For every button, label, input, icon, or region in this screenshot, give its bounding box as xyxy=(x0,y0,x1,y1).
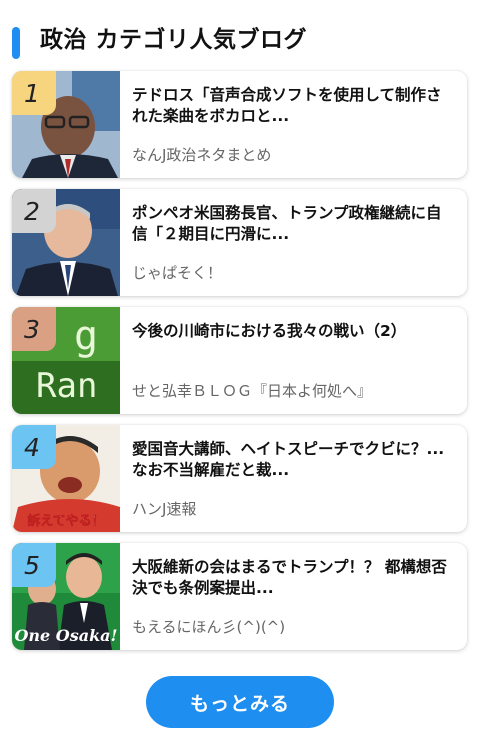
thumbnail-text: Ran xyxy=(36,366,97,406)
rank-badge: 3 xyxy=(12,307,56,351)
ranking-card[interactable]: g Ran 3 今後の川崎市における我々の戦い（2） せと弘幸ＢＬＯＧ『日本よ何… xyxy=(12,307,467,414)
section-title: 政治 カテゴリ人気ブログ xyxy=(40,27,308,53)
rank-badge: 2 xyxy=(12,189,56,233)
rank-badge: 1 xyxy=(12,71,56,115)
rank-badge: 5 xyxy=(12,543,56,587)
thumbnail-text: One Osaka! xyxy=(14,626,117,645)
blog-name[interactable]: なんJ政治ネタまとめ xyxy=(132,144,454,165)
more-button[interactable]: もっとみる xyxy=(146,676,334,728)
blog-name[interactable]: せと弘幸ＢＬＯＧ『日本よ何処へ』 xyxy=(132,380,454,401)
ranking-card[interactable]: 訴えてやる！ 4 愛国音大講師、ヘイトスピーチでクビに？...なお不当解雇だと裁… xyxy=(12,425,467,532)
article-title[interactable]: 愛国音大講師、ヘイトスピーチでクビに？...なお不当解雇だと裁... xyxy=(132,439,454,481)
article-title[interactable]: ポンペオ米国務長官、トランプ政権継続に自信「２期目に円滑に... xyxy=(132,203,454,245)
article-title[interactable]: 今後の川崎市における我々の戦い（2） xyxy=(132,321,454,342)
ranking-card[interactable]: One Osaka! 5 大阪維新の会はまるでトランプ！？ 都構想否決でも条例案… xyxy=(12,543,467,650)
blog-name[interactable]: ハンJ速報 xyxy=(132,498,454,519)
article-title[interactable]: 大阪維新の会はまるでトランプ！？ 都構想否決でも条例案提出... xyxy=(132,557,454,599)
ranking-card[interactable]: 2 ポンペオ米国務長官、トランプ政権継続に自信「２期目に円滑に... じゃぱそく… xyxy=(12,189,467,296)
accent-bar xyxy=(12,27,20,59)
ranking-list: 1 テドロス「音声合成ソフトを使用して制作された楽曲をボカロと... なんJ政治… xyxy=(12,71,467,661)
thumbnail-text: 訴えてやる！ xyxy=(27,513,104,529)
blog-name[interactable]: もえるにほん彡(^)(^) xyxy=(132,616,454,637)
rank-badge: 4 xyxy=(12,425,56,469)
blog-name[interactable]: じゃぱそく！ xyxy=(132,262,454,283)
section-header: 政治 カテゴリ人気ブログ xyxy=(0,0,480,72)
ranking-card[interactable]: 1 テドロス「音声合成ソフトを使用して制作された楽曲をボカロと... なんJ政治… xyxy=(12,71,467,178)
article-title[interactable]: テドロス「音声合成ソフトを使用して制作された楽曲をボカロと... xyxy=(132,85,454,127)
thumbnail-text: g xyxy=(74,313,98,359)
